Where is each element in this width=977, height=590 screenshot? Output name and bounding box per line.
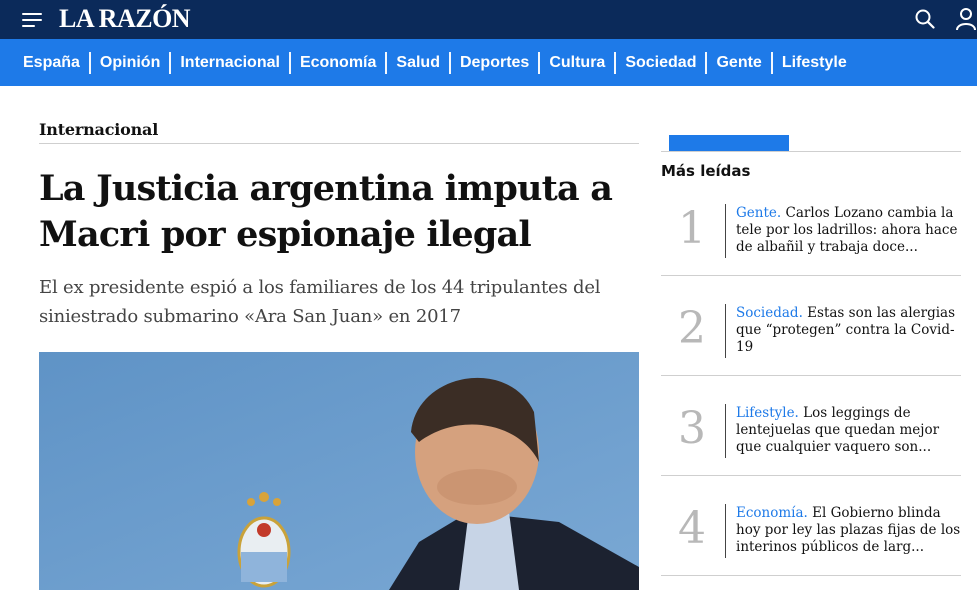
nav-separator <box>614 51 617 74</box>
most-read-headline[interactable]: Lifestyle. Los leggings de lentejuelas q… <box>736 405 964 456</box>
top-bar: LA RAZÓN <box>0 0 977 39</box>
sidebar-divider <box>661 151 961 152</box>
most-read-item[interactable]: 1 Gente. Carlos Lozano cambia la tele po… <box>661 196 961 276</box>
rank-number: 3 <box>678 403 706 454</box>
nav-separator <box>88 51 91 74</box>
rank-divider <box>725 404 726 458</box>
most-read-category[interactable]: Gente. <box>736 205 781 221</box>
most-read-title: Más leídas <box>661 162 751 180</box>
article-hero-image <box>39 352 639 590</box>
rank-divider <box>725 204 726 258</box>
most-read-category[interactable]: Economía. <box>736 505 808 521</box>
article-subtitle: El ex presidente espió a los familiares … <box>39 277 601 327</box>
nav-item-economia[interactable]: Economía <box>291 51 385 75</box>
most-read-item[interactable]: 3 Lifestyle. Los leggings de lentejuelas… <box>661 396 961 476</box>
rank-number: 4 <box>678 503 706 554</box>
nav-item-cultura[interactable]: Cultura <box>540 51 614 75</box>
hamburger-menu-icon[interactable] <box>22 10 44 28</box>
nav-separator <box>288 51 291 74</box>
nav-separator <box>448 51 451 74</box>
most-read-category[interactable]: Sociedad. <box>736 305 803 321</box>
sidebar-tab-indicator <box>669 135 789 151</box>
most-read-headline[interactable]: Economía. El Gobierno blinda hoy por ley… <box>736 505 964 556</box>
most-read-item[interactable]: 2 Sociedad. Estas son las alergias que “… <box>661 296 961 376</box>
nav-item-internacional[interactable]: Internacional <box>171 51 289 75</box>
most-read-headline[interactable]: Gente. Carlos Lozano cambia la tele por … <box>736 205 964 256</box>
most-read-item[interactable]: 4 Economía. El Gobierno blinda hoy por l… <box>661 496 961 576</box>
section-nav: España Opinión Internacional Economía Sa… <box>0 39 977 86</box>
nav-separator <box>705 51 708 74</box>
section-divider <box>39 143 639 144</box>
article-section-label[interactable]: Internacional <box>39 120 158 139</box>
rank-divider <box>725 504 726 558</box>
nav-item-gente[interactable]: Gente <box>707 51 770 75</box>
nav-item-opinion[interactable]: Opinión <box>91 51 169 75</box>
nav-separator <box>538 51 541 74</box>
rank-divider <box>725 304 726 358</box>
nav-separator <box>385 51 388 74</box>
most-read-category[interactable]: Lifestyle. <box>736 405 799 421</box>
nav-item-deportes[interactable]: Deportes <box>451 51 538 75</box>
nav-item-espana[interactable]: España <box>14 51 89 75</box>
item-divider <box>661 575 961 576</box>
search-icon[interactable] <box>915 9 935 29</box>
most-read-headline[interactable]: Sociedad. Estas son las alergias que “pr… <box>736 305 964 356</box>
nav-item-sociedad[interactable]: Sociedad <box>616 51 705 75</box>
rank-number: 2 <box>678 303 706 354</box>
nav-separator <box>169 51 172 74</box>
site-logo[interactable]: LA RAZÓN <box>59 4 191 34</box>
article-headline: La Justicia argentina imputa a Macri por… <box>39 168 613 255</box>
user-icon[interactable] <box>955 7 977 31</box>
item-divider <box>661 275 961 276</box>
item-divider <box>661 375 961 376</box>
nav-item-lifestyle[interactable]: Lifestyle <box>773 51 856 75</box>
nav-item-salud[interactable]: Salud <box>387 51 449 75</box>
rank-number: 1 <box>678 203 706 254</box>
hero-photo <box>39 352 639 590</box>
nav-separator <box>770 51 773 74</box>
section-nav-list: España Opinión Internacional Economía Sa… <box>14 39 856 86</box>
item-divider <box>661 475 961 476</box>
